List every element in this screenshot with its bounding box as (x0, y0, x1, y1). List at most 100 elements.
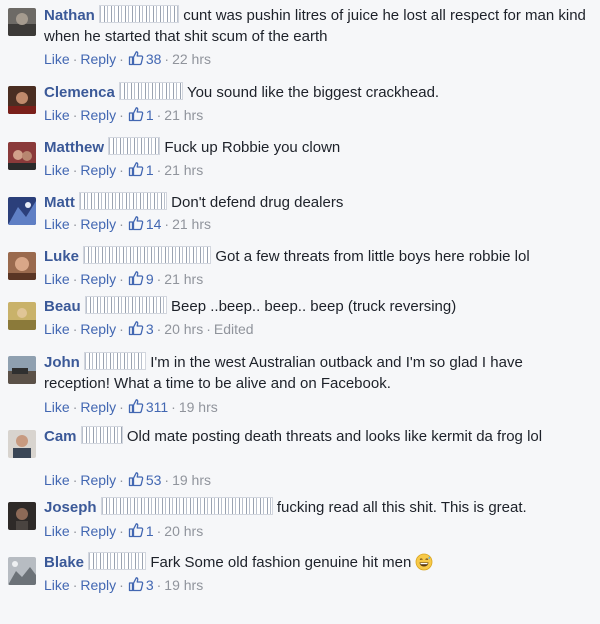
comment-actions: Like · Reply · 14 · 21 hrs (44, 214, 211, 234)
like-count[interactable]: 3 (146, 577, 154, 593)
edited-label[interactable]: Edited (214, 321, 254, 337)
separator: · (119, 216, 124, 232)
comment-actions: Like · Reply · 311 · 19 hrs (44, 397, 218, 417)
avatar[interactable] (8, 197, 36, 225)
thumbs-up-icon[interactable] (128, 471, 144, 487)
separator: · (171, 399, 176, 415)
timestamp[interactable]: 19 hrs (164, 577, 203, 593)
like-link[interactable]: Like (44, 399, 70, 415)
reply-link[interactable]: Reply (80, 577, 116, 593)
separator: · (164, 216, 170, 232)
reply-link[interactable]: Reply (80, 51, 116, 67)
like-count[interactable]: 1 (146, 523, 154, 539)
like-count[interactable]: 311 (146, 399, 168, 415)
timestamp[interactable]: 21 hrs (164, 271, 203, 287)
like-link[interactable]: Like (44, 51, 70, 67)
avatar[interactable] (8, 252, 36, 280)
commenter-name[interactable]: John (44, 354, 80, 371)
thumbs-up-icon[interactable] (128, 270, 144, 286)
like-link[interactable]: Like (44, 472, 70, 488)
timestamp[interactable]: 21 hrs (164, 162, 203, 178)
separator: · (156, 523, 162, 539)
thumbs-up-icon[interactable] (128, 106, 144, 122)
comment-text: You sound like the biggest crackhead. (186, 84, 440, 101)
reply-link[interactable]: Reply (80, 216, 116, 232)
avatar[interactable] (8, 430, 36, 458)
separator: · (72, 107, 78, 123)
thumbs-up-icon[interactable] (128, 50, 144, 66)
comment-text: Got a few threats from little boys here … (215, 248, 530, 265)
reply-link[interactable]: Reply (80, 523, 116, 539)
commenter-name[interactable]: Cam (44, 428, 77, 445)
thumbs-up-icon[interactable] (128, 522, 144, 538)
comment-actions: Like · Reply · 1 · 21 hrs (44, 160, 203, 180)
thumbs-up-icon[interactable] (128, 320, 144, 336)
separator: · (164, 51, 170, 67)
timestamp[interactable]: 20 hrs (164, 321, 203, 337)
timestamp[interactable]: 19 hrs (179, 399, 218, 415)
commenter-name[interactable]: Matt (44, 194, 75, 211)
like-link[interactable]: Like (44, 577, 70, 593)
avatar[interactable] (8, 502, 36, 530)
separator: · (119, 107, 124, 123)
separator: · (156, 321, 162, 337)
like-link[interactable]: Like (44, 216, 70, 232)
comment-text: Fark Some old fashion genuine hit men (150, 554, 412, 571)
separator: · (164, 472, 170, 488)
reply-link[interactable]: Reply (80, 107, 116, 123)
like-count[interactable]: 14 (146, 216, 162, 232)
thumbs-up-icon[interactable] (128, 398, 144, 414)
commenter-name[interactable]: Clemenca (44, 84, 115, 101)
censored-surname (119, 82, 184, 100)
like-count[interactable]: 3 (146, 321, 154, 337)
like-link[interactable]: Like (44, 271, 70, 287)
like-link[interactable]: Like (44, 321, 70, 337)
separator: · (119, 399, 124, 415)
thumbs-up-icon[interactable] (128, 215, 144, 231)
comment-text: Don't defend drug dealers (171, 194, 344, 211)
separator: · (72, 472, 78, 488)
reply-link[interactable]: Reply (80, 399, 116, 415)
separator: · (119, 472, 124, 488)
thumbs-up-icon[interactable] (128, 576, 144, 592)
censored-surname (80, 426, 123, 444)
commenter-name[interactable]: Luke (44, 248, 79, 265)
avatar[interactable] (8, 557, 36, 585)
timestamp[interactable]: 20 hrs (164, 523, 203, 539)
separator: · (72, 216, 78, 232)
avatar[interactable] (8, 356, 36, 384)
reply-link[interactable]: Reply (80, 321, 116, 337)
avatar[interactable] (8, 86, 36, 114)
reply-link[interactable]: Reply (80, 162, 116, 178)
comment-actions: Like · Reply · 1 · 20 hrs (44, 521, 203, 541)
commenter-name[interactable]: Nathan (44, 7, 95, 24)
like-link[interactable]: Like (44, 107, 70, 123)
censored-surname (84, 296, 167, 314)
like-link[interactable]: Like (44, 523, 70, 539)
like-count[interactable]: 1 (146, 162, 154, 178)
thumbs-up-icon[interactable] (128, 161, 144, 177)
timestamp[interactable]: 21 hrs (164, 107, 203, 123)
comment-text: Old mate posting death threats and looks… (126, 428, 543, 445)
timestamp[interactable]: 22 hrs (172, 51, 211, 67)
like-count[interactable]: 1 (146, 107, 154, 123)
commenter-name[interactable]: Matthew (44, 139, 104, 156)
commenter-name[interactable]: Beau (44, 298, 81, 315)
like-link[interactable]: Like (44, 162, 70, 178)
avatar[interactable] (8, 142, 36, 170)
like-count[interactable]: 38 (146, 51, 162, 67)
separator: · (156, 107, 162, 123)
timestamp[interactable]: 19 hrs (172, 472, 211, 488)
like-count[interactable]: 9 (146, 271, 154, 287)
commenter-name[interactable]: Joseph (44, 499, 97, 516)
reply-link[interactable]: Reply (80, 472, 116, 488)
like-count[interactable]: 53 (146, 472, 162, 488)
censored-surname (83, 246, 212, 264)
timestamp[interactable]: 21 hrs (172, 216, 211, 232)
reply-link[interactable]: Reply (80, 271, 116, 287)
separator: · (72, 321, 78, 337)
avatar[interactable] (8, 302, 36, 330)
comment-actions: Like · Reply · 3 · 20 hrs · Edited (44, 319, 254, 339)
commenter-name[interactable]: Blake (44, 554, 84, 571)
avatar[interactable] (8, 8, 36, 36)
